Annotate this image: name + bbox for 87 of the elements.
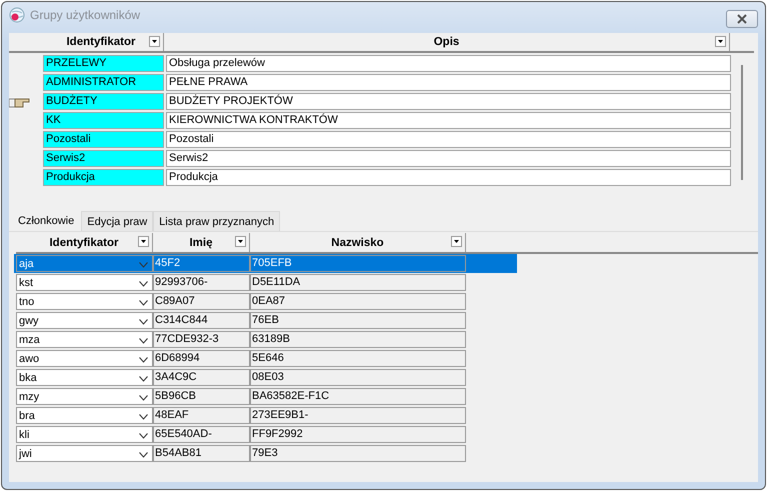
table-cell: 5B96CB	[153, 388, 250, 405]
table-cell: 705EFB	[250, 255, 466, 272]
dropdown-icon[interactable]	[235, 236, 246, 247]
combo-box[interactable]: gwy	[16, 312, 153, 329]
chevron-down-icon[interactable]	[139, 338, 148, 344]
table-row[interactable]: gwy C314C844 76EB	[14, 311, 517, 330]
table-cell: Produkcja	[43, 169, 164, 186]
table-cell: PRZELEWY	[43, 55, 164, 72]
combo-box[interactable]: mza	[16, 331, 153, 348]
combo-box[interactable]: jwi	[16, 445, 153, 462]
table-cell: 3A4C9C	[153, 369, 250, 386]
table-cell: 76EB	[250, 312, 466, 329]
table-row[interactable]: tno C89A07 0EA87	[14, 292, 517, 311]
table-cell: C89A07	[153, 293, 250, 310]
chevron-down-icon[interactable]	[139, 319, 148, 325]
chevron-down-icon[interactable]	[139, 376, 148, 382]
table-cell: 5E646	[250, 350, 466, 367]
combo-box[interactable]: awo	[16, 350, 153, 367]
window-title: Grupy użytkowników	[30, 8, 140, 22]
chevron-down-icon[interactable]	[139, 433, 148, 439]
combo-box[interactable]: kst	[16, 274, 153, 291]
table-cell: Pozostali	[166, 131, 731, 148]
combo-box[interactable]: mzy	[16, 388, 153, 405]
scrollbar[interactable]	[741, 65, 743, 180]
table-cell: BA63582E-F1C	[250, 388, 466, 405]
table-row[interactable]: bka 3A4C9C 08E03	[14, 368, 517, 387]
table-cell: ADMINISTRATOR	[43, 74, 164, 91]
table-cell: 0EA87	[250, 293, 466, 310]
combo-box[interactable]: kli	[16, 426, 153, 443]
table-row[interactable]: Produkcja Produkcja	[9, 169, 731, 186]
table-cell: KIEROWNICTWA KONTRAKTÓW	[166, 112, 731, 129]
table-row[interactable]: Serwis2 Serwis2	[9, 150, 731, 167]
close-icon	[736, 14, 748, 24]
table-cell: 77CDE932-3	[153, 331, 250, 348]
table-cell: 63189B	[250, 331, 466, 348]
table-cell: D5E11DA	[250, 274, 466, 291]
table-cell: 92993706-	[153, 274, 250, 291]
table-cell: Serwis2	[43, 150, 164, 167]
dropdown-icon[interactable]	[715, 36, 726, 47]
combo-box[interactable]: bra	[16, 407, 153, 424]
chevron-down-icon[interactable]	[139, 414, 148, 420]
table-cell: C314C844	[153, 312, 250, 329]
table-row[interactable]: mza 77CDE932-3 63189B	[14, 330, 517, 349]
table-cell: 65E540AD-	[153, 426, 250, 443]
table-row[interactable]: Pozostali Pozostali	[9, 131, 731, 148]
chevron-down-icon[interactable]	[139, 281, 148, 287]
table-row[interactable]: BUDŻETY BUDŻETY PROJEKTÓW	[9, 93, 731, 110]
table-cell: KK	[43, 112, 164, 129]
table-cell: 48EAF	[153, 407, 250, 424]
table-cell: 08E03	[250, 369, 466, 386]
table-cell: 273EE9B1-	[250, 407, 466, 424]
chevron-down-icon[interactable]	[139, 357, 148, 363]
table-row[interactable]: ADMINISTRATOR PEŁNE PRAWA	[9, 74, 731, 91]
table-row[interactable]: mzy 5B96CB BA63582E-F1C	[14, 387, 517, 406]
table-cell: BUDŻETY	[43, 93, 164, 110]
tab[interactable]: Lista praw przyznanych	[153, 211, 280, 232]
globe-icon	[9, 6, 25, 22]
table-cell: BUDŻETY PROJEKTÓW	[166, 93, 731, 110]
table-cell: B54AB81	[153, 445, 250, 462]
dropdown-icon[interactable]	[451, 236, 462, 247]
table-row[interactable]: kli 65E540AD- FF9F2992	[14, 425, 517, 444]
table-cell: Produkcja	[166, 169, 731, 186]
table-row[interactable]: bra 48EAF 273EE9B1-	[14, 406, 517, 425]
table-row[interactable]: PRZELEWY Obsługa przelewów	[9, 55, 731, 72]
close-button[interactable]	[726, 10, 758, 28]
chevron-down-icon[interactable]	[139, 300, 148, 306]
chevron-down-icon[interactable]	[139, 395, 148, 401]
tab[interactable]: Edycja praw	[81, 211, 154, 232]
dropdown-icon[interactable]	[138, 236, 149, 247]
table-row[interactable]: kst 92993706- D5E11DA	[14, 273, 517, 292]
table-cell: Obsługa przelewów	[166, 55, 731, 72]
table-cell: PEŁNE PRAWA	[166, 74, 731, 91]
table-cell: 45F2	[153, 255, 250, 272]
table-row[interactable]: KK KIEROWNICTWA KONTRAKTÓW	[9, 112, 731, 129]
combo-box[interactable]: tno	[16, 293, 153, 310]
table-cell: 6D68994	[153, 350, 250, 367]
table-cell: Serwis2	[166, 150, 731, 167]
combo-box[interactable]: aja	[16, 255, 153, 272]
table-row[interactable]: awo 6D68994 5E646	[14, 349, 517, 368]
combo-box[interactable]: bka	[16, 369, 153, 386]
table-cell: 79E3	[250, 445, 466, 462]
table-row[interactable]: aja 45F2 705EFB	[14, 254, 517, 273]
table-cell: FF9F2992	[250, 426, 466, 443]
dropdown-icon[interactable]	[149, 36, 160, 47]
table-cell: Pozostali	[43, 131, 164, 148]
chevron-down-icon[interactable]	[139, 452, 148, 458]
table-row[interactable]: jwi B54AB81 79E3	[14, 444, 517, 463]
